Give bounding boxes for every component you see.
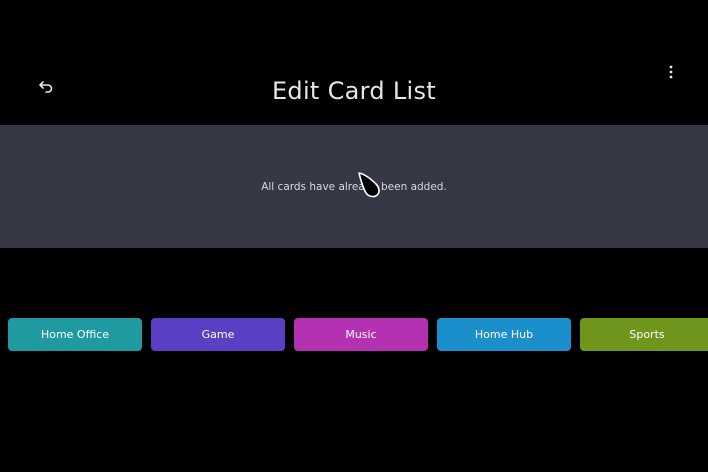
pointer-cursor-icon <box>358 172 380 198</box>
empty-state-message: All cards have already been added. <box>261 181 447 193</box>
card-game[interactable]: Game <box>151 318 285 351</box>
card-label: Home Office <box>40 328 110 341</box>
more-vertical-icon <box>669 65 673 79</box>
card-home-office[interactable]: Home Office <box>8 318 142 351</box>
card-music[interactable]: Music <box>294 318 428 351</box>
available-cards-row: Home Office Game Music Home Hub Sports <box>0 318 708 352</box>
card-label: Sports <box>629 328 665 341</box>
card-sports[interactable]: Sports <box>580 318 708 351</box>
card-label: Home Hub <box>474 328 534 341</box>
card-label: Game <box>201 328 235 341</box>
card-label: Music <box>345 328 377 341</box>
edit-card-list-screen: Edit Card List All cards have already be… <box>0 0 708 472</box>
more-options-button[interactable] <box>660 60 682 84</box>
page-title: Edit Card List <box>271 77 437 105</box>
card-home-hub[interactable]: Home Hub <box>437 318 571 351</box>
